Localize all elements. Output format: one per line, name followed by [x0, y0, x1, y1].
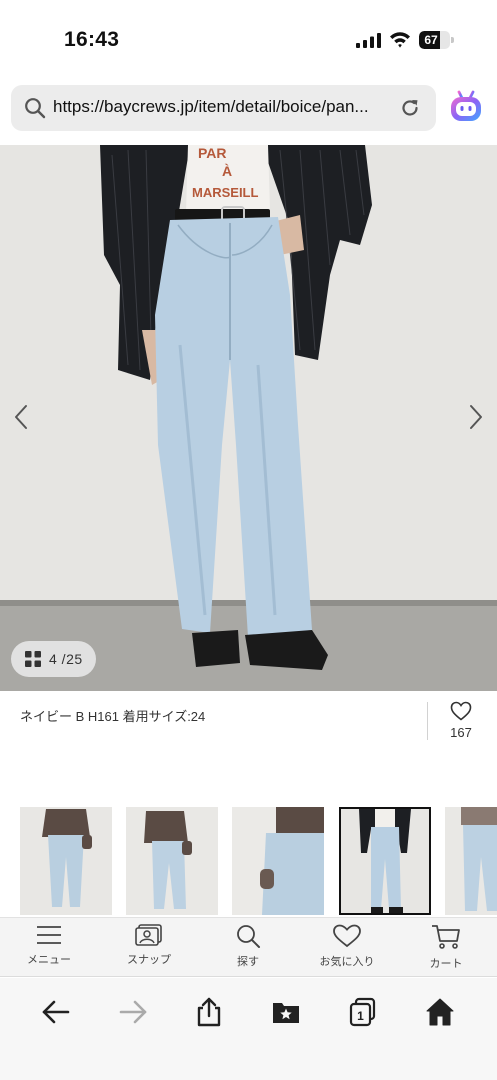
- favorite-count: 167: [450, 725, 472, 740]
- nav-menu[interactable]: メニュー: [4, 924, 94, 967]
- cart-icon: [432, 925, 460, 949]
- battery-level: 67: [424, 33, 438, 47]
- snap-icon: [135, 924, 162, 946]
- browser-toolbar: 1: [0, 978, 497, 1080]
- favorite-button[interactable]: 167: [443, 701, 479, 740]
- search-icon: [25, 98, 46, 119]
- nav-cart[interactable]: カート: [401, 924, 491, 971]
- assistant-bot-icon[interactable]: [448, 89, 484, 125]
- home-icon[interactable]: [424, 996, 456, 1028]
- grid-icon: [25, 651, 41, 667]
- battery-icon: 67: [419, 31, 454, 49]
- thumbnail-selected[interactable]: [339, 807, 431, 915]
- status-time: 16:43: [64, 28, 120, 51]
- chevron-left-icon[interactable]: [12, 404, 30, 430]
- menu-icon: [37, 926, 61, 944]
- reload-icon[interactable]: [399, 97, 421, 119]
- divider: [427, 702, 428, 740]
- gallery-counter-text: 4 /25: [49, 651, 83, 667]
- thumbnail[interactable]: [20, 807, 112, 915]
- thumbnail[interactable]: [126, 807, 218, 915]
- nav-cart-label: カート: [429, 958, 463, 970]
- tabs-button[interactable]: 1: [347, 996, 379, 1028]
- tabs-count: 1: [357, 1009, 364, 1023]
- site-bottom-nav: メニュー スナップ 探す お気に入り カート: [0, 917, 497, 977]
- nav-snap-label: スナップ: [127, 954, 171, 966]
- thumbnail[interactable]: [232, 807, 324, 915]
- nav-favorites-label: お気に入り: [319, 956, 375, 968]
- address-bar[interactable]: https://baycrews.jp/item/detail/boice/pa…: [11, 85, 436, 131]
- nav-favorites[interactable]: お気に入り: [302, 924, 392, 969]
- search-icon: [237, 925, 260, 948]
- shirt-print-line-1: PAR: [198, 145, 227, 161]
- model-photo: PAR À MARSEILL: [0, 145, 497, 691]
- shirt-print-line-3: MARSEILL: [192, 185, 259, 200]
- nav-menu-label: メニュー: [27, 954, 71, 966]
- wifi-icon: [390, 32, 410, 48]
- forward-arrow-icon[interactable]: [117, 996, 149, 1028]
- bookmarks-icon[interactable]: [270, 996, 302, 1028]
- url-text[interactable]: https://baycrews.jp/item/detail/boice/pa…: [53, 97, 398, 117]
- nav-search[interactable]: 探す: [203, 924, 293, 969]
- thumbnail-strip[interactable]: [0, 807, 497, 917]
- cellular-signal-icon: [356, 33, 381, 48]
- gallery-counter[interactable]: 4 /25: [11, 641, 96, 677]
- nav-snap[interactable]: スナップ: [104, 924, 194, 967]
- product-image[interactable]: PAR À MARSEILL 4 /25: [0, 145, 497, 691]
- chevron-right-icon[interactable]: [467, 404, 485, 430]
- nav-search-label: 探す: [237, 956, 259, 968]
- back-arrow-icon[interactable]: [40, 996, 72, 1028]
- product-caption: ネイビー B H161 着用サイズ:24: [20, 709, 206, 724]
- tabs-icon: 1: [349, 997, 376, 1027]
- status-bar: 16:43 67: [0, 0, 497, 78]
- shirt-print-line-2: À: [222, 163, 232, 179]
- thumbnail[interactable]: [445, 807, 497, 915]
- share-icon[interactable]: [193, 996, 225, 1028]
- heart-icon: [450, 701, 472, 721]
- heart-icon: [333, 924, 361, 948]
